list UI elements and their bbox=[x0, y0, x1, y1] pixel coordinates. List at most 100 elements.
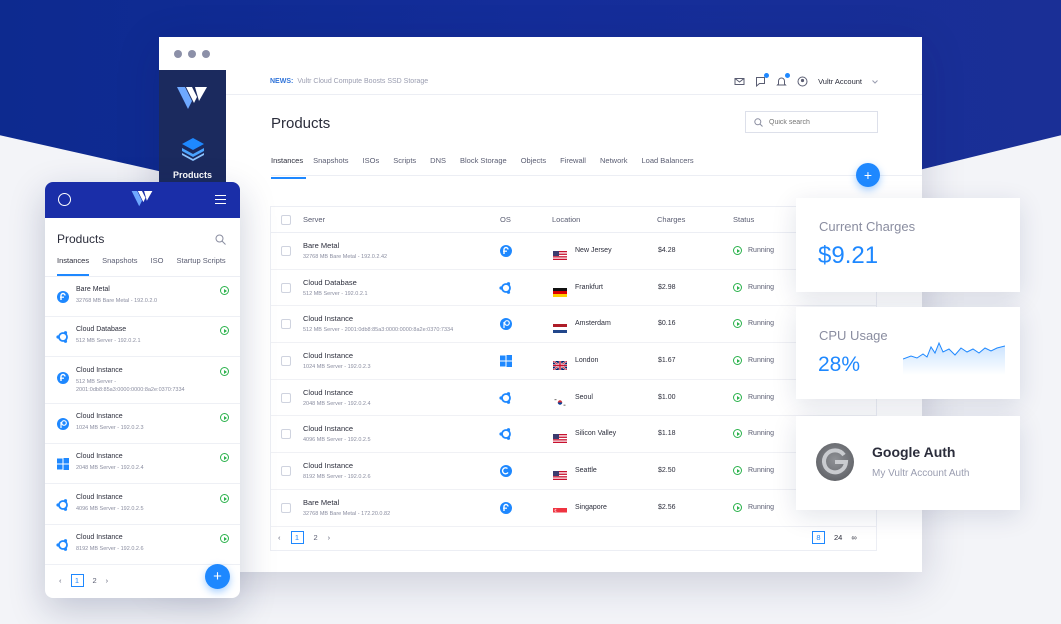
col-status[interactable]: Status bbox=[733, 215, 754, 224]
row-checkbox[interactable] bbox=[281, 502, 291, 513]
server-name[interactable]: Cloud Instance bbox=[76, 413, 123, 420]
row-checkbox[interactable] bbox=[281, 319, 291, 330]
status: Running bbox=[748, 247, 775, 254]
per-page-all[interactable]: ∞ bbox=[851, 533, 856, 542]
tab-instances[interactable]: Instances bbox=[57, 256, 90, 276]
page-2-button[interactable]: 2 bbox=[93, 576, 97, 585]
gb-flag-icon bbox=[552, 357, 568, 371]
row-checkbox[interactable] bbox=[281, 246, 291, 256]
server-details: 32768 MB Bare Metal - 172.20.0.82 bbox=[303, 510, 391, 517]
window-dot[interactable] bbox=[174, 49, 182, 58]
search-input[interactable] bbox=[769, 118, 869, 126]
per-page-24[interactable]: 24 bbox=[834, 533, 842, 542]
prev-page-button[interactable]: ‹ bbox=[278, 533, 281, 542]
user-icon[interactable] bbox=[797, 76, 808, 87]
vultr-logo-icon[interactable] bbox=[131, 191, 153, 209]
us-flag-icon bbox=[553, 247, 567, 260]
table-row[interactable]: Cloud Instance 4096 MB Server - 192.0.2.5… bbox=[271, 416, 876, 454]
list-item[interactable]: Cloud Instance 4096 MB Server - 192.0.2.5 bbox=[45, 485, 240, 525]
list-item[interactable]: Bare Metal 32768 MB Bare Metal - 192.0.2.… bbox=[45, 277, 240, 317]
row-checkbox[interactable] bbox=[281, 466, 291, 477]
table-row[interactable]: Cloud Instance 8192 MB Server - 192.0.2.6… bbox=[271, 453, 876, 490]
list-item[interactable]: Cloud Instance 1024 MB Server - 192.0.2.3 bbox=[45, 404, 240, 444]
ubuntu-os-icon bbox=[499, 391, 513, 405]
tab-snapshots[interactable]: Snapshots bbox=[102, 256, 137, 276]
per-page-8[interactable]: 8 bbox=[812, 531, 825, 544]
row-checkbox[interactable] bbox=[281, 392, 291, 403]
next-page-button[interactable]: › bbox=[106, 576, 109, 585]
server-name[interactable]: Cloud Instance bbox=[303, 424, 353, 433]
list-item[interactable]: Cloud Instance 512 MB Server - 2001:0db8:… bbox=[45, 358, 240, 404]
col-server[interactable]: Server bbox=[303, 215, 325, 224]
row-checkbox[interactable] bbox=[281, 429, 291, 440]
sidebar-item-products[interactable]: Products bbox=[159, 170, 226, 180]
chat-icon[interactable] bbox=[755, 73, 770, 88]
page-1-button[interactable]: 1 bbox=[290, 531, 304, 544]
status: Running bbox=[748, 357, 775, 365]
charges: $1.67 bbox=[658, 357, 676, 365]
add-button[interactable]: + bbox=[205, 564, 230, 589]
server-name[interactable]: Cloud Database bbox=[76, 326, 126, 333]
tab-startup-scripts[interactable]: Startup Scripts bbox=[176, 256, 225, 276]
list-item[interactable]: Cloud Database 512 MB Server - 192.0.2.1 bbox=[45, 317, 240, 358]
table-row[interactable]: Bare Metal 32768 MB Bare Metal - 192.0.2.… bbox=[271, 233, 876, 270]
mail-icon[interactable] bbox=[734, 76, 745, 87]
server-name[interactable]: Cloud Instance bbox=[303, 388, 353, 397]
fedora-os-icon bbox=[499, 501, 513, 515]
bell-icon[interactable] bbox=[776, 73, 791, 87]
ubuntu-os-icon bbox=[56, 330, 70, 344]
search-icon[interactable] bbox=[215, 234, 226, 245]
table-row[interactable]: Cloud Instance 1024 MB Server - 192.0.2.3… bbox=[271, 343, 876, 380]
cpu-value: 28% bbox=[818, 353, 861, 376]
tab-iso[interactable]: ISO bbox=[151, 256, 164, 276]
server-name[interactable]: Cloud Instance bbox=[76, 453, 123, 460]
server-name[interactable]: Cloud Instance bbox=[303, 461, 353, 470]
next-page-button[interactable]: › bbox=[328, 533, 331, 542]
server-name[interactable]: Cloud Instance bbox=[76, 494, 123, 501]
charges: $2.56 bbox=[658, 503, 676, 511]
server-name[interactable]: Bare Metal bbox=[303, 498, 339, 507]
google-auth-icon bbox=[816, 443, 854, 481]
server-name[interactable]: Cloud Instance bbox=[303, 314, 353, 323]
prev-page-button[interactable]: ‹ bbox=[59, 576, 62, 585]
table-row[interactable]: Cloud Instance 512 MB Server - 2001:0db8:… bbox=[271, 306, 876, 344]
server-name[interactable]: Cloud Instance bbox=[76, 367, 123, 374]
status: Running bbox=[748, 320, 775, 328]
window-dot[interactable] bbox=[188, 49, 196, 58]
account-menu[interactable]: Vultr Account bbox=[818, 77, 862, 86]
page-2-button[interactable]: 2 bbox=[314, 533, 318, 542]
row-checkbox[interactable] bbox=[281, 356, 291, 367]
google-auth-card[interactable]: Google Auth My Vultr Account Auth bbox=[796, 416, 1020, 510]
add-button[interactable]: + bbox=[856, 163, 880, 187]
running-status-icon bbox=[220, 286, 229, 295]
search-box[interactable] bbox=[745, 111, 878, 133]
user-icon[interactable] bbox=[58, 193, 71, 206]
select-all-checkbox[interactable] bbox=[281, 214, 291, 225]
table-row[interactable]: Cloud Database 512 MB Server - 192.0.2.1 F… bbox=[271, 270, 876, 307]
col-os[interactable]: OS bbox=[500, 215, 511, 224]
list-item[interactable]: Cloud Instance 2048 MB Server - 192.0.2.4 bbox=[45, 444, 240, 485]
window-dot[interactable] bbox=[202, 49, 210, 58]
row-checkbox[interactable] bbox=[281, 282, 291, 293]
server-name[interactable]: Cloud Database bbox=[303, 278, 357, 287]
chevron-down-icon[interactable] bbox=[872, 79, 878, 84]
server-name[interactable]: Bare Metal bbox=[303, 241, 339, 250]
table-row[interactable]: Bare Metal 32768 MB Bare Metal - 172.20.0… bbox=[271, 490, 876, 527]
page-1-button[interactable]: 1 bbox=[70, 574, 84, 587]
hamburger-menu-icon[interactable] bbox=[215, 195, 226, 204]
server-name[interactable]: Cloud Instance bbox=[303, 351, 353, 360]
top-bar-actions: Vultr Account bbox=[734, 73, 878, 88]
current-charges-card: Current Charges $9.21 bbox=[796, 198, 1020, 292]
server-name[interactable]: Cloud Instance bbox=[76, 534, 123, 541]
col-location[interactable]: Location bbox=[552, 215, 580, 224]
news-ticker[interactable]: NEWS: Vultr Cloud Compute Boosts SSD Stor… bbox=[270, 78, 428, 85]
news-text: Vultr Cloud Compute Boosts SSD Storage bbox=[297, 78, 429, 85]
col-charges[interactable]: Charges bbox=[657, 215, 685, 224]
products-layers-icon[interactable] bbox=[180, 136, 206, 162]
windows-os-icon bbox=[499, 354, 513, 368]
vultr-logo-icon[interactable] bbox=[177, 87, 207, 113]
table-row[interactable]: Cloud Instance 2048 MB Server - 192.0.2.4… bbox=[271, 380, 876, 417]
list-item[interactable]: Cloud Instance 8192 MB Server - 192.0.2.6 bbox=[45, 525, 240, 565]
server-details: 2048 MB Server - 192.0.2.4 bbox=[303, 400, 371, 407]
server-name[interactable]: Bare Metal bbox=[76, 286, 110, 293]
